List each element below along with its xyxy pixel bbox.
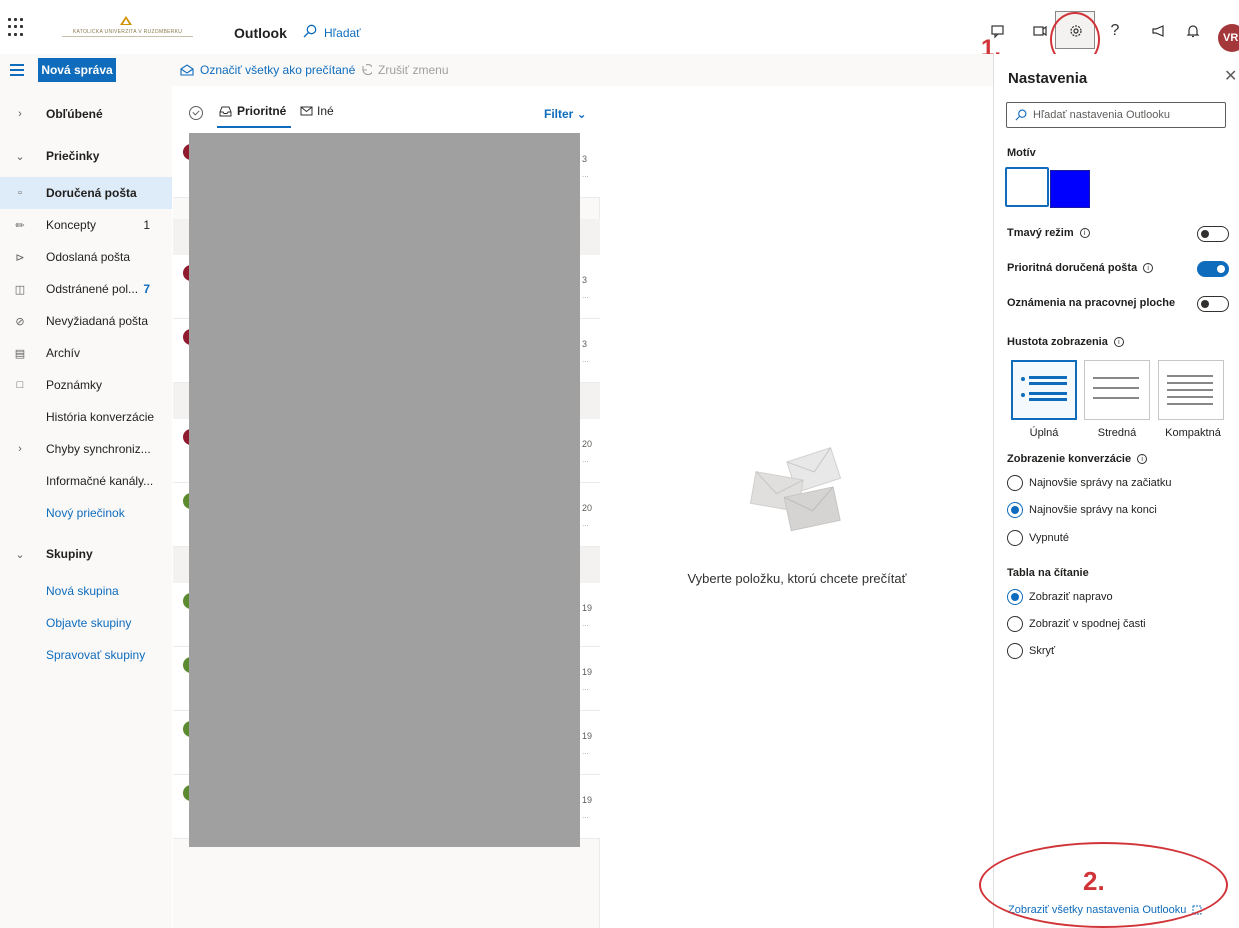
density-compact-option[interactable] — [1158, 360, 1224, 420]
tab-focused-indicator — [217, 126, 291, 128]
theme-white-swatch[interactable] — [1005, 167, 1049, 207]
density-compact-label: Kompaktná — [1165, 427, 1221, 439]
conversation-newest-bottom-radio[interactable]: Najnovšie správy na konci — [1007, 502, 1157, 518]
bell-icon[interactable] — [1184, 22, 1202, 40]
settings-search-input[interactable]: Hľadať nastavenia Outlooku — [1006, 102, 1226, 128]
sidebar-item-rss-feeds[interactable]: Informačné kanály... — [0, 465, 172, 497]
close-icon[interactable]: ✕ — [1224, 66, 1237, 86]
send-icon: ⊳ — [15, 251, 25, 264]
sidebar-item-archive[interactable]: ▤ Archív — [0, 337, 172, 369]
sidebar-item-notes[interactable]: □ Poznámky — [0, 369, 172, 401]
note-icon: □ — [16, 379, 24, 391]
blocked-icon: ⊘ — [15, 315, 25, 328]
density-full-label: Úplná — [1029, 427, 1059, 439]
app-launcher-icon[interactable] — [8, 18, 28, 38]
inbox-icon: ▫ — [18, 187, 22, 199]
discover-groups-link[interactable]: Objavte skupiny — [0, 607, 172, 639]
pencil-icon: ✏ — [15, 219, 25, 232]
empty-state-message: Vyberte položku, ktorú chcete prečítať — [687, 571, 907, 586]
select-all-icon[interactable] — [189, 106, 203, 120]
undo-button[interactable]: Zrušiť zmenu — [360, 63, 449, 77]
sidebar-item-sent[interactable]: ⊳ Odoslaná pošta — [0, 241, 172, 273]
density-medium-icon — [1093, 377, 1139, 399]
envelope-open-icon — [180, 64, 194, 76]
density-full-icon — [1021, 376, 1067, 401]
focused-inbox-toggle[interactable] — [1197, 261, 1229, 277]
inbox-icon — [219, 106, 232, 116]
density-medium-option[interactable] — [1084, 360, 1150, 420]
filter-button[interactable]: Filter ⌄ — [544, 107, 587, 121]
groups-section[interactable]: ⌄ Skupiny — [0, 538, 172, 570]
sidebar-item-inbox[interactable]: ▫ Doručená pošta — [0, 177, 172, 209]
reading-pane-right-radio[interactable]: Zobraziť napravo — [1007, 589, 1113, 605]
teams-icon[interactable] — [1031, 22, 1049, 40]
settings-panel: Nastavenia ✕ Hľadať nastavenia Outlooku … — [993, 54, 1239, 928]
tab-focused[interactable]: Prioritné — [219, 104, 286, 118]
trash-icon: ◫ — [14, 283, 26, 296]
panel-title: Nastavenia — [1008, 70, 1088, 87]
app-title: Outlook — [234, 25, 287, 41]
chevron-right-icon: › — [18, 443, 22, 455]
command-bar: Nová správa Označiť všetky ako prečítané… — [0, 54, 993, 86]
density-compact-icon — [1167, 375, 1213, 405]
envelopes-illustration — [749, 447, 842, 532]
sidebar-item-junk[interactable]: ⊘ Nevyžiadaná pošta — [0, 305, 172, 337]
info-icon[interactable]: i — [1137, 454, 1148, 464]
dark-mode-setting: Tmavý režim i — [1007, 224, 1229, 244]
theme-blue-swatch[interactable] — [1050, 170, 1090, 208]
envelope-icon — [300, 106, 313, 116]
redacted-area — [189, 133, 580, 847]
conversation-view-heading: Zobrazenie konverzácie i — [1007, 453, 1148, 465]
folder-pane: › Obľúbené ⌄ Priečinky ▫ Doručená pošta … — [0, 86, 172, 928]
reading-pane: Vyberte položku, ktorú chcete prečítať — [601, 86, 993, 928]
sidebar-item-conversation-history[interactable]: História konverzácie — [0, 401, 172, 433]
info-icon[interactable]: i — [1079, 228, 1090, 238]
density-medium-label: Stredná — [1097, 427, 1137, 439]
info-icon[interactable]: i — [1113, 337, 1124, 347]
chevron-down-icon: ⌄ — [15, 548, 25, 561]
reading-pane-heading: Tabla na čítanie — [1007, 567, 1089, 579]
avatar[interactable]: VR — [1218, 24, 1239, 52]
density-full-option[interactable] — [1011, 360, 1077, 420]
hamburger-menu-icon[interactable] — [10, 64, 24, 76]
desktop-notifications-toggle[interactable] — [1197, 296, 1229, 312]
focused-inbox-setting: Prioritná doručená pošta i — [1007, 259, 1229, 279]
tab-other[interactable]: Iné — [300, 104, 334, 118]
megaphone-icon[interactable] — [1150, 22, 1168, 40]
new-group-link[interactable]: Nová skupina — [0, 575, 172, 607]
sidebar-item-deleted[interactable]: ◫ Odstránené pol... 7 — [0, 273, 172, 305]
manage-groups-link[interactable]: Spravovať skupiny — [0, 639, 172, 671]
search-icon — [1015, 109, 1027, 121]
archive-icon: ▤ — [14, 347, 26, 360]
chevron-down-icon: ⌄ — [15, 150, 25, 163]
annotation-circle-view-all — [979, 842, 1228, 928]
dark-mode-toggle[interactable] — [1197, 226, 1229, 242]
top-bar: KATOLÍCKA UNIVERZITA V RUŽOMBERKU Outloo… — [0, 0, 1239, 67]
sidebar-item-sync-issues[interactable]: › Chyby synchroniz... — [0, 433, 172, 465]
display-density-heading: Hustota zobrazenia i — [1007, 336, 1124, 348]
folders-section[interactable]: ⌄ Priečinky — [0, 140, 172, 172]
info-icon[interactable]: i — [1143, 263, 1154, 273]
message-list-header: Prioritné Iné Filter ⌄ — [173, 86, 600, 134]
favorites-section[interactable]: › Obľúbené — [0, 98, 172, 130]
search-box[interactable]: Hľadať — [324, 26, 361, 40]
theme-heading: Motív — [1007, 147, 1036, 159]
reading-pane-bottom-radio[interactable]: Zobraziť v spodnej časti — [1007, 616, 1146, 632]
new-folder-link[interactable]: Nový priečinok — [0, 497, 172, 529]
mark-all-read-button[interactable]: Označiť všetky ako prečítané — [180, 63, 355, 77]
desktop-notifications-setting: Oznámenia na pracovnej ploche — [1007, 294, 1229, 314]
sidebar-item-drafts[interactable]: ✏ Koncepty 1 — [0, 209, 172, 241]
university-logo: KATOLÍCKA UNIVERZITA V RUŽOMBERKU — [60, 14, 195, 42]
reading-pane-hide-radio[interactable]: Skryť — [1007, 643, 1055, 659]
undo-icon — [362, 64, 372, 76]
conversation-off-radio[interactable]: Vypnuté — [1007, 530, 1069, 546]
chevron-right-icon: › — [18, 108, 22, 120]
new-message-button[interactable]: Nová správa — [38, 58, 116, 82]
conversation-newest-top-radio[interactable]: Najnovšie správy na začiatku — [1007, 475, 1171, 491]
help-icon[interactable]: ? — [1106, 22, 1124, 40]
search-icon[interactable] — [303, 24, 317, 38]
